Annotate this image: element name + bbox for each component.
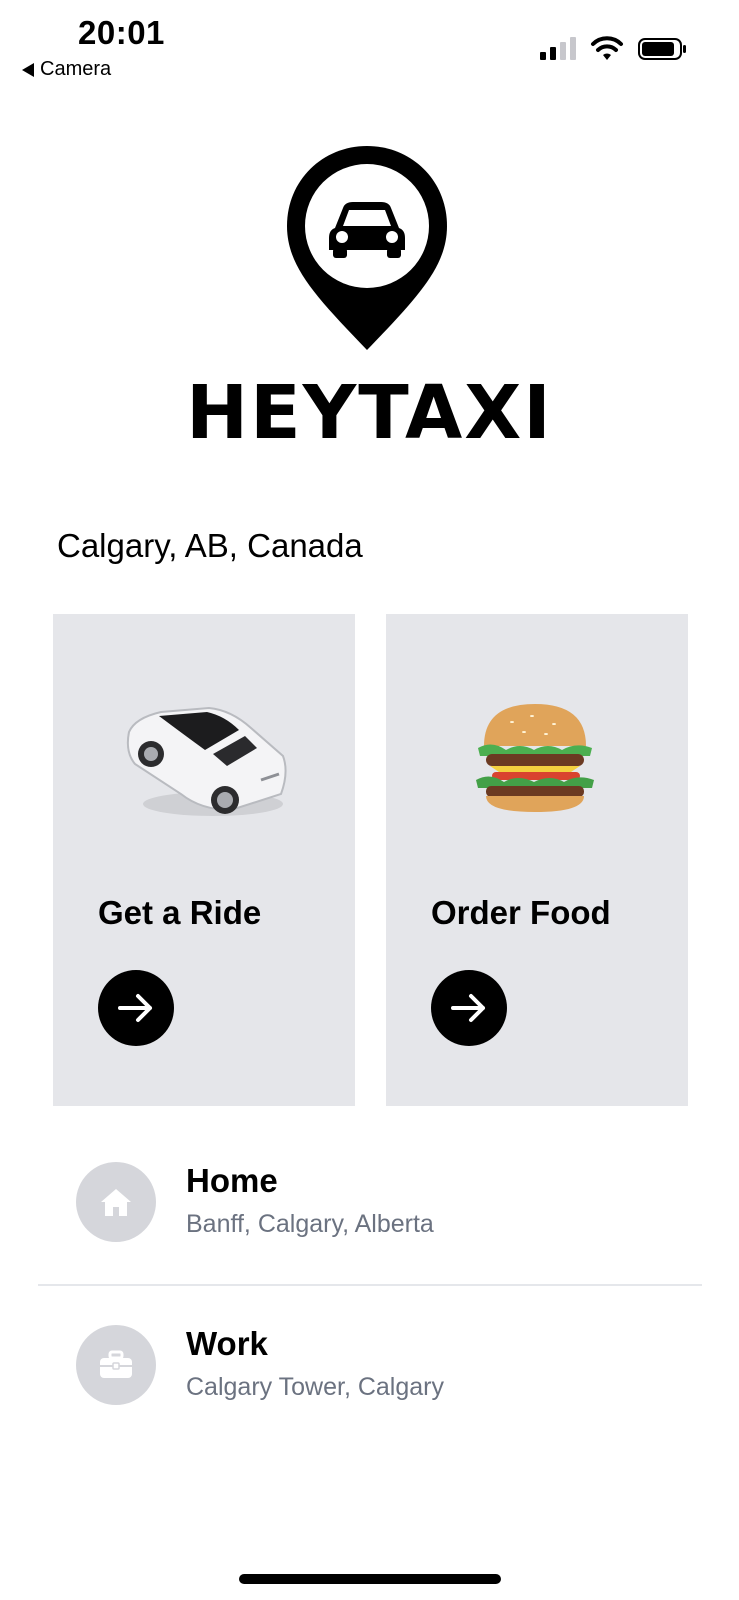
wifi-icon [591, 36, 623, 60]
get-a-ride-arrow-button[interactable] [98, 970, 174, 1046]
order-food-card[interactable]: Order Food [386, 614, 688, 1106]
briefcase-icon [100, 1350, 132, 1378]
place-title-work: Work [186, 1325, 268, 1362]
place-title-home: Home [186, 1162, 278, 1199]
sports-car-image [126, 706, 287, 816]
back-to-camera-link[interactable]: Camera [22, 58, 111, 81]
back-label: Camera [40, 58, 112, 80]
order-food-arrow-button[interactable] [431, 970, 507, 1046]
current-location[interactable]: Calgary, AB, Canada [57, 527, 363, 565]
saved-place-home[interactable]: Home Banff, Calgary, Alberta [38, 1162, 702, 1312]
place-address-work: Calgary Tower, Calgary [186, 1373, 444, 1401]
home-indicator[interactable] [239, 1574, 501, 1584]
back-arrow-icon [22, 62, 34, 77]
home-icon-badge [76, 1162, 156, 1242]
get-a-ride-card[interactable]: Get a Ride [53, 614, 355, 1106]
briefcase-icon-badge [76, 1325, 156, 1405]
get-a-ride-title: Get a Ride [98, 894, 262, 931]
arrow-right-icon [118, 994, 152, 1022]
battery-icon [638, 38, 686, 60]
arrow-right-icon [451, 994, 485, 1022]
places-divider [38, 1284, 702, 1286]
app-brand-name: HEYTAXI [186, 370, 553, 456]
home-icon [101, 1189, 131, 1216]
burger-image [476, 704, 594, 812]
place-address-home: Banff, Calgary, Alberta [186, 1210, 434, 1238]
map-pin-car-icon [287, 146, 447, 350]
saved-place-work[interactable]: Work Calgary Tower, Calgary [38, 1325, 702, 1475]
order-food-title: Order Food [431, 894, 611, 931]
cellular-signal-icon [540, 36, 576, 60]
status-time: 20:01 [78, 14, 165, 51]
